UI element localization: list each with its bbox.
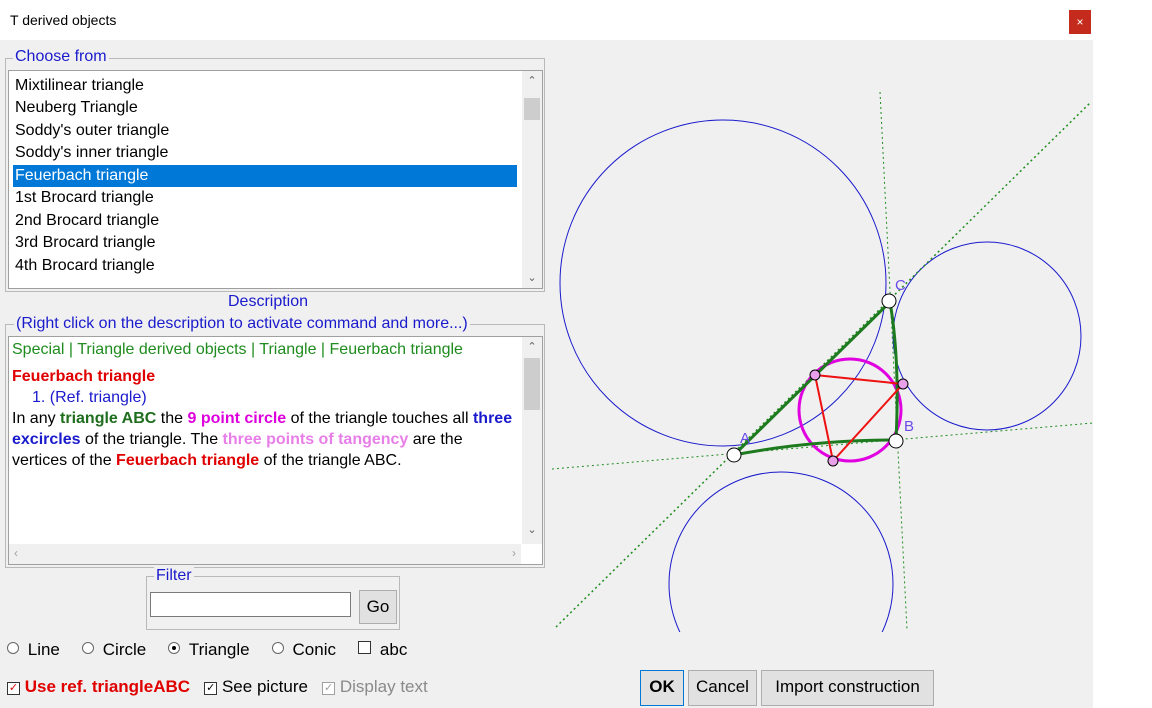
description-breadcrumb: Special | Triangle derived objects | Tri… (12, 341, 463, 358)
body-text: In any (12, 410, 61, 427)
see-picture-label: See picture (221, 677, 308, 696)
choose-legend: Choose from (13, 48, 109, 66)
window-title: T derived objects (10, 12, 117, 28)
scroll-up-icon[interactable]: ⌃ (522, 340, 542, 353)
title-bar[interactable]: T derived objects × (0, 0, 1093, 40)
checkbox-display-text[interactable]: ✓ Display text (322, 677, 428, 696)
scroll-right-icon[interactable]: › (512, 546, 516, 560)
cancel-button[interactable]: Cancel (688, 670, 757, 706)
list-scrollbar[interactable]: ⌃ ⌄ (522, 71, 542, 288)
preview-figure: A B C (551, 91, 1093, 632)
filter-legend: Filter (154, 567, 194, 585)
scroll-thumb[interactable] (524, 98, 540, 120)
excircle (668, 471, 894, 632)
display-options: ✓ Use ref. triangleABC ✓ See picture ✓ D… (7, 677, 428, 697)
checkbox-see-picture[interactable]: ✓ See picture (204, 677, 308, 696)
list-item-selected[interactable]: Feuerbach triangle (13, 165, 517, 187)
description-heading: Feuerbach triangle (12, 368, 156, 385)
radio-conic[interactable]: Conic (271, 640, 340, 659)
body-term-tangency-points: three points of tangency (222, 431, 409, 448)
tangency-point (827, 455, 839, 467)
scroll-down-icon[interactable]: ⌄ (522, 523, 542, 536)
list-item[interactable]: Soddy's inner triangle (13, 142, 517, 164)
scroll-down-icon[interactable]: ⌄ (522, 271, 542, 284)
checkbox-checked-disabled-icon[interactable]: ✓ (322, 682, 336, 695)
radio-icon[interactable] (82, 642, 95, 654)
display-text-label: Display text (339, 677, 428, 696)
description-label: Description (228, 293, 309, 310)
description-hscrollbar[interactable]: ‹ › (9, 544, 521, 564)
body-text: of the triangle ABC. (259, 452, 402, 469)
object-type-options: Line Circle Triangle Conic abc (7, 640, 415, 660)
description-box[interactable]: Special | Triangle derived objects | Tri… (8, 336, 543, 565)
dialog-window: T derived objects × Choose from Mixtilin… (0, 0, 1093, 708)
list-item[interactable]: 2nd Brocard triangle (13, 210, 517, 232)
use-ref-label: Use ref. triangleABC (24, 677, 191, 696)
body-term-triangle: triangle ABC (60, 410, 157, 427)
checkbox-abc[interactable]: abc (358, 640, 411, 659)
radio-selected-icon[interactable] (168, 642, 181, 654)
checkbox-icon[interactable] (358, 641, 372, 654)
body-text: the (156, 410, 188, 427)
radio-circle-label: Circle (102, 640, 147, 659)
vertex-b-point (888, 433, 904, 449)
list-item[interactable]: Mixtilinear triangle (13, 75, 517, 97)
radio-line[interactable]: Line (7, 640, 64, 659)
extended-side-ab (551, 422, 1093, 470)
checkbox-checked-icon[interactable]: ✓ (7, 682, 20, 695)
description-ref: 1. (Ref. triangle) (32, 389, 147, 406)
excircle (559, 119, 887, 447)
radio-line-label: Line (27, 640, 60, 659)
object-list[interactable]: Mixtilinear triangle Neuberg Triangle So… (8, 70, 543, 289)
label-a: A (740, 430, 750, 447)
radio-icon[interactable] (271, 642, 284, 654)
checkbox-checked-icon[interactable]: ✓ (204, 682, 218, 695)
feuerbach-triangle (813, 373, 906, 464)
description-body: In any triangle ABC the 9 point circle o… (12, 408, 517, 471)
checkbox-abc-label: abc (379, 640, 408, 659)
description-hint: (Right click on the description to activ… (14, 315, 470, 333)
description-text[interactable]: Special | Triangle derived objects | Tri… (12, 339, 517, 471)
scroll-thumb[interactable] (524, 358, 540, 410)
list-item[interactable]: Soddy's outer triangle (13, 120, 517, 142)
label-b: B (904, 418, 914, 435)
extended-side-bc (879, 91, 908, 631)
body-term-9-point-circle: 9 point circle (187, 410, 287, 427)
close-button[interactable]: × (1069, 10, 1091, 34)
radio-triangle-label: Triangle (188, 640, 250, 659)
tangency-point (809, 369, 821, 381)
tangency-point (897, 378, 909, 390)
description-vscrollbar[interactable]: ⌃ ⌄ (522, 337, 542, 544)
body-text: of the triangle touches all (286, 410, 473, 427)
body-text: of the triangle. The (80, 431, 223, 448)
radio-triangle[interactable]: Triangle (168, 640, 253, 659)
excircle (892, 241, 1082, 431)
vertex-a-point (726, 447, 742, 463)
scroll-up-icon[interactable]: ⌃ (522, 74, 542, 87)
radio-icon[interactable] (7, 642, 19, 654)
list-item[interactable]: 3rd Brocard triangle (13, 232, 517, 254)
scroll-left-icon[interactable]: ‹ (14, 546, 18, 560)
list-item[interactable]: 1st Brocard triangle (13, 187, 517, 209)
import-construction-button[interactable]: Import construction (761, 670, 934, 706)
ok-button[interactable]: OK (640, 670, 684, 706)
label-c: C (895, 277, 906, 294)
body-term-feuerbach: Feuerbach triangle (116, 452, 260, 469)
vertex-c-point (881, 293, 897, 309)
radio-circle[interactable]: Circle (82, 640, 150, 659)
list-item[interactable]: Neuberg Triangle (13, 97, 517, 119)
radio-conic-label: Conic (292, 640, 336, 659)
list-item[interactable]: 4th Brocard triangle (13, 255, 517, 277)
filter-input[interactable] (150, 592, 351, 617)
checkbox-use-ref[interactable]: ✓ Use ref. triangleABC (7, 677, 190, 696)
go-button[interactable]: Go (359, 590, 397, 624)
